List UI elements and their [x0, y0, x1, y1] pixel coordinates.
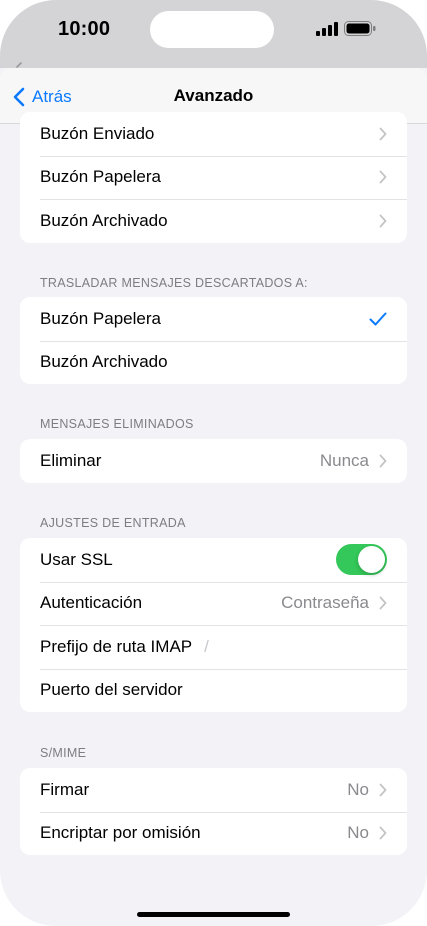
encrypt-default-value: No — [347, 823, 369, 843]
use-ssl-row: Usar SSL — [20, 538, 407, 582]
option-archive-mailbox[interactable]: Buzón Archivado — [20, 340, 407, 385]
page-title: Avanzado — [173, 86, 254, 105]
server-port-label: Puerto del servidor — [40, 680, 183, 700]
list-item-label: Buzón Papelera — [40, 167, 161, 187]
sign-row[interactable]: Firmar No — [20, 768, 407, 812]
sign-value: No — [347, 779, 369, 799]
encrypt-default-label: Encriptar por omisión — [40, 823, 201, 843]
chevron-right-icon — [379, 454, 387, 468]
status-bar: 10:00 — [0, 0, 427, 68]
option-label: Buzón Archivado — [40, 352, 168, 372]
authentication-value: Contraseña — [281, 593, 369, 613]
dynamic-island — [150, 11, 274, 48]
battery-icon — [344, 21, 376, 36]
checkmark-icon — [369, 312, 387, 326]
list-item-trash-mailbox[interactable]: Buzón Papelera — [20, 155, 407, 200]
server-port-row[interactable]: Puerto del servidor — [20, 668, 407, 713]
chevron-right-icon — [379, 826, 387, 840]
chevron-right-icon — [379, 783, 387, 797]
status-time: 10:00 — [58, 18, 111, 40]
section-header-smime: S/MIME — [40, 746, 87, 760]
deleted-messages-group: Eliminar Nunca — [20, 439, 407, 483]
option-trash-mailbox[interactable]: Buzón Papelera — [20, 297, 407, 341]
imap-prefix-label: Prefijo de ruta IMAP — [40, 636, 193, 656]
imap-prefix-row[interactable]: Prefijo de ruta IMAP / — [20, 625, 407, 669]
chevron-right-icon — [379, 596, 387, 610]
phone-screen: 10:00 Atrás Avanzado Buzón Enviado Buzón… — [0, 0, 427, 926]
mailbox-group: Buzón Enviado Buzón Papelera Buzón Archi… — [20, 112, 407, 243]
sign-label: Firmar — [40, 779, 90, 799]
encrypt-default-row[interactable]: Encriptar por omisión No — [20, 811, 407, 856]
list-item-label: Buzón Enviado — [40, 123, 155, 143]
smime-group: Firmar No Encriptar por omisión No — [20, 768, 407, 855]
chevron-right-icon — [379, 214, 387, 228]
chevron-right-icon — [379, 170, 387, 184]
remove-value: Nunca — [319, 450, 369, 470]
authentication-row[interactable]: Autenticación Contraseña — [20, 581, 407, 626]
remove-label: Eliminar — [40, 450, 102, 470]
use-ssl-toggle[interactable] — [336, 544, 387, 576]
option-label: Buzón Papelera — [40, 308, 161, 328]
chevron-right-icon — [379, 127, 387, 141]
section-header-deleted: MENSAJES ELIMINADOS — [40, 417, 194, 431]
imap-prefix-input[interactable]: / — [204, 637, 209, 657]
section-header-discard: TRASLADAR MENSAJES DESCARTADOS A: — [40, 276, 308, 290]
toggle-knob — [358, 546, 385, 574]
cellular-signal-icon — [316, 22, 338, 36]
settings-sheet: Atrás Avanzado Buzón Enviado Buzón Papel… — [0, 68, 427, 926]
list-item-sent-mailbox[interactable]: Buzón Enviado — [20, 112, 407, 156]
list-item-archive-mailbox[interactable]: Buzón Archivado — [20, 199, 407, 243]
use-ssl-label: Usar SSL — [40, 549, 113, 569]
list-item-label: Buzón Archivado — [40, 210, 168, 230]
incoming-settings-group: Usar SSL Autenticación Contraseña Prefij… — [20, 538, 407, 712]
remove-setting-row[interactable]: Eliminar Nunca — [20, 439, 407, 483]
home-indicator[interactable] — [137, 912, 290, 917]
discard-destination-group: Buzón Papelera Buzón Archivado — [20, 297, 407, 384]
section-header-incoming: AJUSTES DE ENTRADA — [40, 516, 186, 530]
authentication-label: Autenticación — [40, 593, 143, 613]
